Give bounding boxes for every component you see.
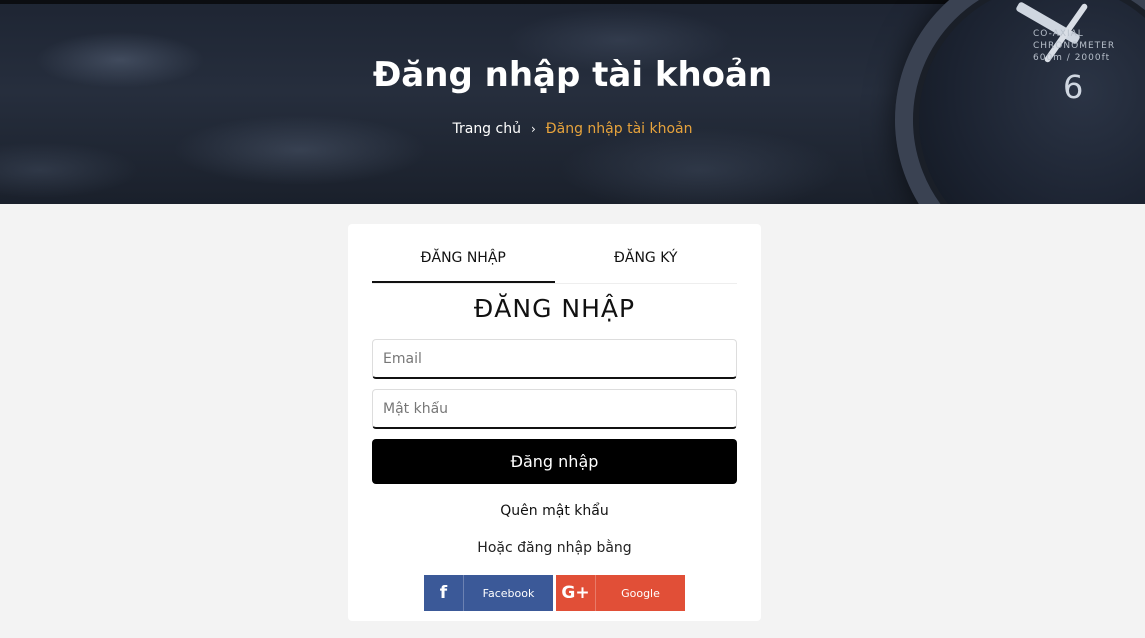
google-plus-icon: G+ <box>556 575 596 611</box>
hero-banner: CO-AXIAL CHRONOMETER 600m / 2000ft 6 Đăn… <box>0 0 1145 204</box>
breadcrumb-home-link[interactable]: Trang chủ <box>452 121 520 137</box>
facebook-icon: f <box>424 575 464 611</box>
tab-register[interactable]: ĐĂNG KÝ <box>555 242 738 283</box>
tab-login[interactable]: ĐĂNG NHẬP <box>372 242 555 283</box>
password-field[interactable] <box>372 389 737 429</box>
google-label: Google <box>621 586 660 600</box>
page-title: Đăng nhập tài khoản <box>372 55 773 95</box>
facebook-login-button[interactable]: f Facebook <box>424 575 553 611</box>
breadcrumb-current: Đăng nhập tài khoản <box>545 121 693 137</box>
login-card: ĐĂNG NHẬP ĐĂNG KÝ ĐĂNG NHẬP Đăng nhập Qu… <box>348 224 761 621</box>
form-title: ĐĂNG NHẬP <box>473 294 636 323</box>
chevron-right-icon: › <box>530 122 536 136</box>
social-login-label: Hoặc đăng nhập bằng <box>477 540 632 556</box>
auth-tabs: ĐĂNG NHẬP ĐĂNG KÝ <box>372 242 737 284</box>
breadcrumb: Trang chủ › Đăng nhập tài khoản <box>0 121 1145 137</box>
watch-image: CO-AXIAL CHRONOMETER 600m / 2000ft 6 <box>895 0 1145 204</box>
facebook-label: Facebook <box>482 586 535 600</box>
forgot-password-link[interactable]: Quên mật khẩu <box>348 503 761 519</box>
login-button[interactable]: Đăng nhập <box>372 439 737 484</box>
email-field[interactable] <box>372 339 737 379</box>
google-login-button[interactable]: G+ Google <box>556 575 685 611</box>
